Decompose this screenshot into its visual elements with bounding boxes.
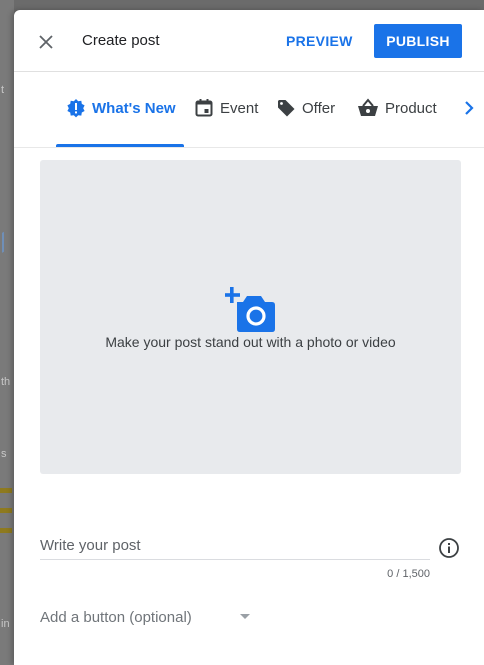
active-tab-indicator (56, 144, 184, 147)
dialog-header: Create post PREVIEW PUBLISH (14, 10, 484, 72)
create-post-dialog: Create post PREVIEW PUBLISH What's New E… (14, 10, 484, 665)
background-bar (0, 508, 12, 513)
background-text: in (1, 618, 10, 630)
background-text: th (1, 376, 11, 388)
publish-button[interactable]: PUBLISH (374, 24, 462, 58)
add-media-area[interactable]: Make your post stand out with a photo or… (40, 160, 461, 474)
media-prompt: Make your post stand out with a photo or… (105, 334, 396, 350)
info-icon[interactable] (438, 537, 460, 559)
preview-button[interactable]: PREVIEW (278, 24, 361, 58)
dropdown-arrow-icon (240, 614, 250, 619)
add-button-select[interactable]: Add a button (optional) (40, 604, 260, 630)
alert-badge-icon (67, 99, 85, 118)
post-placeholder: Write your post (40, 537, 141, 554)
tab-label: Event (220, 99, 259, 117)
add-button-label: Add a button (optional) (40, 608, 192, 626)
tab-offer[interactable]: Offer (276, 96, 335, 120)
tab-whats-new[interactable]: What's New (66, 96, 176, 120)
calendar-icon (195, 99, 213, 117)
post-type-tabs: What's New Event Offer Product (14, 72, 484, 148)
close-icon (39, 35, 53, 49)
tab-product[interactable]: Product (357, 96, 437, 120)
background-chevron (2, 227, 12, 253)
tag-icon (278, 100, 295, 117)
tabs-next-button[interactable] (459, 97, 479, 119)
shopping-basket-icon (358, 98, 378, 116)
tab-label: Product (385, 99, 437, 117)
close-button[interactable] (32, 28, 60, 56)
background-page: t th s in (0, 0, 14, 665)
add-photo-icon (225, 287, 275, 332)
tab-label: What's New (92, 99, 176, 117)
background-text: t (1, 84, 5, 96)
background-text: s (1, 448, 7, 460)
post-text-field[interactable]: Write your post (40, 530, 430, 560)
character-counter: 0 / 1,500 (387, 568, 430, 580)
dialog-title: Create post (82, 32, 160, 49)
tab-event[interactable]: Event (194, 96, 258, 120)
background-bar (0, 528, 12, 533)
chevron-right-icon (465, 101, 474, 115)
background-bar (0, 488, 12, 493)
tab-label: Offer (302, 99, 336, 117)
